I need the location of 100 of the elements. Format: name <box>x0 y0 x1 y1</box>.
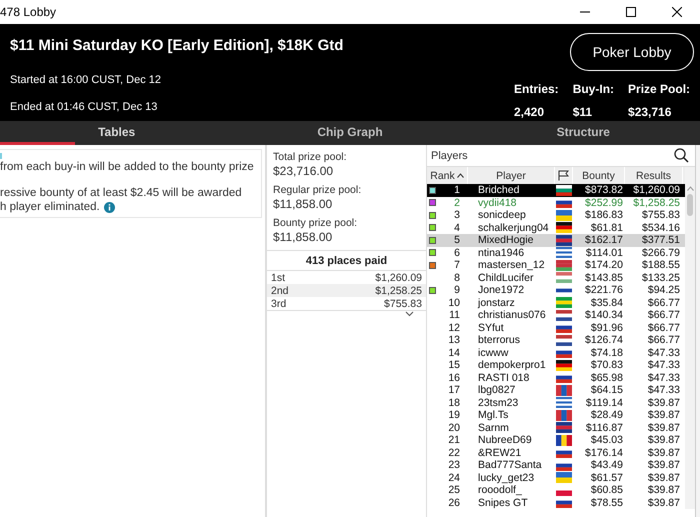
tab[interactable]: Tables <box>0 121 234 145</box>
search-icon[interactable] <box>674 148 689 163</box>
result-cell-text: $39.87 <box>646 422 681 434</box>
player-row[interactable]: 2 vydii418 $252.99 $1,258.25 <box>427 196 685 209</box>
player-name: lbg0827 <box>477 384 516 396</box>
rank-cell-text: 23 <box>447 459 461 472</box>
player-name: Mgl.Ts <box>477 409 510 422</box>
flag-icon <box>556 384 572 396</box>
scrollbar-thumb[interactable] <box>687 194 693 216</box>
player-row[interactable]: 6 ntina1946 $114.01 $266.79 <box>427 246 685 259</box>
player-name: MixedHogie <box>477 234 534 246</box>
payout-place: 1st <box>271 272 286 284</box>
rank-cell-text: 14 <box>447 346 461 359</box>
player-name: Sarnm <box>477 422 510 434</box>
player-name: lucky_get23 <box>477 472 536 484</box>
player-name: bterrorus <box>477 334 522 346</box>
bounty-cell-text: $74.18 <box>590 346 624 359</box>
rank-cell-text: 8 <box>453 272 461 284</box>
player-name: sonicdeep <box>477 209 527 222</box>
poker-lobby-button[interactable]: Poker Lobby <box>570 33 694 71</box>
rank-cell-text: 3 <box>453 209 461 222</box>
rank-cell-text: 12 <box>447 322 461 334</box>
stat-label: Prize Pool: <box>628 82 690 96</box>
bounty-cell-text: $91.96 <box>590 322 624 334</box>
bounty-cell-text: $174.20 <box>584 259 624 272</box>
player-name: Snipes GT <box>477 496 529 509</box>
bounty-cell-text: $176.14 <box>584 446 624 459</box>
bounty-cell-text: $61.81 <box>590 222 624 234</box>
prize-pool-value: $11,858.00 <box>273 230 334 244</box>
tab[interactable]: Structure <box>466 121 700 145</box>
stat-value: $23,716 <box>628 105 672 119</box>
flag-icon <box>556 397 572 408</box>
flag-icon <box>556 472 572 484</box>
rank-cell-text: 2 <box>453 196 461 209</box>
player-name: 23tsm23 <box>477 396 520 409</box>
payout-amount: $755.83 <box>384 298 422 310</box>
result-cell-text: $66.77 <box>646 334 681 346</box>
bounty-cell-text: $186.83 <box>584 209 624 222</box>
rank-cell-text: 10 <box>447 296 461 309</box>
result-cell-text: $266.79 <box>641 246 681 259</box>
flag-icon <box>556 360 572 371</box>
rank-cell-text: 9 <box>453 284 461 296</box>
bounty-cell-text: $252.99 <box>584 196 624 209</box>
flag-icon <box>556 434 572 446</box>
start-time: Started at 16:00 CUST, Dec 12 <box>10 74 162 86</box>
flag-icon <box>556 272 572 284</box>
result-cell-text: $66.77 <box>646 296 681 309</box>
player-name: SYfut <box>477 322 505 334</box>
flag-icon <box>556 234 572 246</box>
prize-pool-label: Regular prize pool: <box>273 184 362 196</box>
rank-cell-text: 18 <box>447 396 461 409</box>
bounty-cell-text: $43.49 <box>590 459 624 472</box>
stat-value: 2,420 <box>514 105 546 119</box>
rank-cell-text: 25 <box>447 484 461 496</box>
player-name: RASTI 018 <box>477 372 530 384</box>
result-cell-text: $66.77 <box>646 309 681 322</box>
result-cell-text: $66.77 <box>646 322 681 334</box>
rank-cell-text: 11 <box>448 309 461 322</box>
flag-icon <box>556 410 572 421</box>
player-row[interactable]: 1 Bridched $873.82 $1,260.09 <box>427 184 685 196</box>
bounty-cell-text: $126.74 <box>584 334 624 346</box>
info-icon[interactable] <box>104 202 115 212</box>
flag-column-icon[interactable] <box>558 170 569 181</box>
payout-amount: $1,260.09 <box>375 272 422 284</box>
bounty-cell-text: $221.76 <box>584 284 624 296</box>
rank-cell-text: 21 <box>447 434 461 446</box>
scrollbar-track[interactable] <box>685 167 695 509</box>
player-name: Jone1972 <box>477 284 526 296</box>
rank-cell-text: 24 <box>447 472 461 484</box>
result-cell-text: $39.87 <box>646 446 681 459</box>
player-row[interactable]: 5 MixedHogie $162.17 $377.51 <box>427 234 685 246</box>
player-name: &REW21 <box>477 446 522 459</box>
player-name: vydii418 <box>477 196 518 209</box>
tab[interactable]: Chip Graph <box>233 121 467 145</box>
payout-amount: $1,258.25 <box>375 284 422 296</box>
payout-place: 2nd <box>271 284 289 296</box>
rank-cell-text: 5 <box>453 234 461 246</box>
bounty-cell-text: $65.98 <box>590 372 624 384</box>
bounty-cell-text: $70.83 <box>590 359 624 372</box>
player-name: dempokerpro1 <box>477 359 547 372</box>
info-text: from each buy-in will be added to the bounty prize <box>0 161 255 173</box>
player-name: Bridched <box>477 184 520 196</box>
result-cell-text: $39.87 <box>646 472 681 484</box>
flag-icon <box>556 334 572 346</box>
result-cell-text: $94.25 <box>646 284 681 296</box>
flag-icon <box>556 260 572 271</box>
player-name: jonstarz <box>476 296 516 309</box>
rank-cell-text: 4 <box>453 222 461 234</box>
result-cell-text: $133.25 <box>641 272 681 284</box>
result-cell-text: $534.16 <box>641 222 681 234</box>
scroll-up-icon[interactable] <box>686 186 694 191</box>
player-name: NubreeD69 <box>477 434 533 446</box>
window-title: 478 Lobby <box>0 5 58 19</box>
rank-cell-text: 15 <box>447 359 461 372</box>
result-cell-text: $47.33 <box>646 384 681 396</box>
result-cell-text: $1,260.09 <box>632 184 681 196</box>
chevron-down-icon[interactable] <box>405 311 414 317</box>
bounty-cell-text: $35.84 <box>590 296 624 309</box>
players-heading: Players <box>431 150 468 162</box>
stat-label: Buy-In: <box>572 82 614 96</box>
